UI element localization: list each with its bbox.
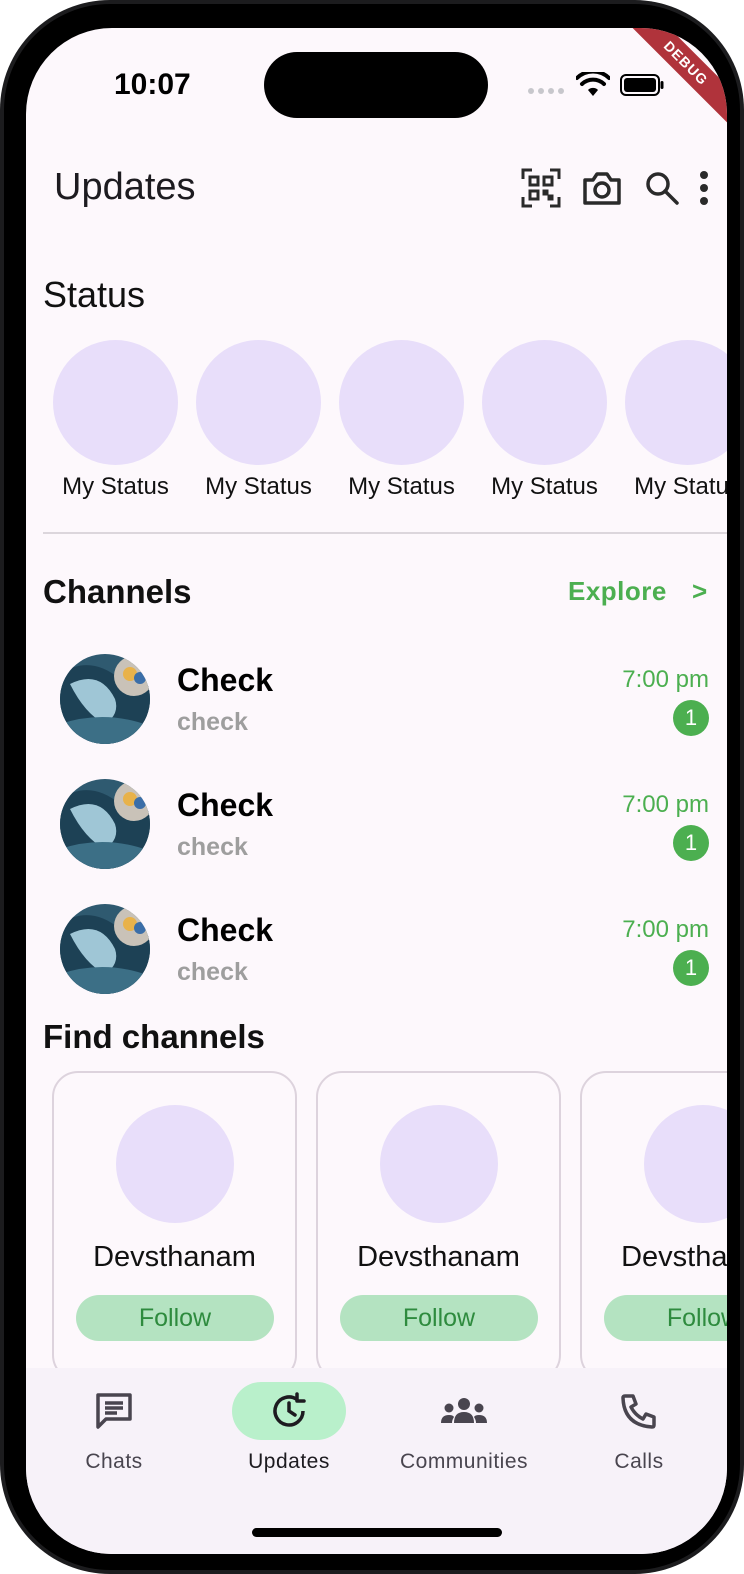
chevron-right-icon[interactable]: > xyxy=(692,576,707,607)
status-avatar xyxy=(196,340,321,465)
nav-item-communities[interactable]: Communities xyxy=(376,1368,552,1474)
channel-suggestion-avatar xyxy=(644,1105,727,1223)
more-vert-icon[interactable] xyxy=(686,166,722,210)
cellular-signal-icon xyxy=(528,88,564,94)
status-section-title: Status xyxy=(43,274,146,315)
follow-button[interactable]: Follow xyxy=(76,1295,274,1341)
channel-suggestion-name: Devsthanam xyxy=(621,1241,727,1273)
search-icon[interactable] xyxy=(640,166,684,210)
channel-suggestion-avatar xyxy=(380,1105,498,1223)
channel-avatar xyxy=(60,904,150,994)
status-list: My Status My Status My Status My Status … xyxy=(44,340,727,520)
communities-icon xyxy=(407,1382,521,1440)
section-divider xyxy=(43,532,727,534)
follow-button[interactable]: Follow xyxy=(604,1295,727,1341)
explore-link[interactable]: Explore xyxy=(568,576,667,607)
channel-list-item[interactable]: Check check 7:00 pm 1 xyxy=(26,904,727,1004)
status-label: My Status xyxy=(634,473,727,500)
find-channels-title: Find channels xyxy=(43,1018,265,1055)
nav-item-updates[interactable]: Updates xyxy=(201,1368,377,1474)
follow-button[interactable]: Follow xyxy=(340,1295,538,1341)
nav-item-calls[interactable]: Calls xyxy=(551,1368,727,1474)
channels-section-title: Channels xyxy=(43,573,192,610)
phone-icon xyxy=(582,1382,696,1440)
channel-avatar xyxy=(60,779,150,869)
status-avatar xyxy=(482,340,607,465)
channel-avatar xyxy=(60,654,150,744)
channel-suggestion-card[interactable]: Devsthanam Follow xyxy=(52,1071,297,1381)
status-label: My Status xyxy=(348,473,455,500)
channel-time: 7:00 pm xyxy=(622,791,709,818)
channel-time: 7:00 pm xyxy=(622,916,709,943)
unread-badge: 1 xyxy=(673,700,709,736)
nav-label: Calls xyxy=(614,1450,664,1473)
nav-label: Communities xyxy=(399,1450,529,1473)
dynamic-island xyxy=(264,52,488,118)
channel-name: Check xyxy=(177,787,274,823)
status-item[interactable]: My Status xyxy=(187,340,330,501)
home-indicator xyxy=(252,1528,502,1537)
wifi-icon xyxy=(576,72,610,96)
phone-bezel: 10:07 DEBUG Updates Status My Status My … xyxy=(4,4,740,1570)
status-label: My Status xyxy=(205,473,312,500)
channel-suggestion-name: Devsthanam xyxy=(357,1241,520,1273)
qr-scanner-icon[interactable] xyxy=(519,166,563,210)
app-screen: 10:07 DEBUG Updates Status My Status My … xyxy=(26,28,727,1554)
bottom-navigation-bar: Chats Updates Communities Calls xyxy=(26,1368,727,1554)
status-item[interactable]: My Status xyxy=(330,340,473,501)
status-label: My Status xyxy=(491,473,598,500)
camera-icon[interactable] xyxy=(580,166,624,210)
status-item[interactable]: My Status xyxy=(44,340,187,501)
phone-frame: 10:07 DEBUG Updates Status My Status My … xyxy=(0,0,744,1574)
unread-badge: 1 xyxy=(673,950,709,986)
chat-icon xyxy=(57,1382,171,1440)
channel-last-message: check xyxy=(177,833,248,861)
channel-name: Check xyxy=(177,662,274,698)
channel-last-message: check xyxy=(177,958,248,986)
channel-suggestion-card[interactable]: Devsthanam Follow xyxy=(316,1071,561,1381)
status-avatar xyxy=(53,340,178,465)
status-bar-time: 10:07 xyxy=(114,68,191,101)
channel-suggestion-avatar xyxy=(116,1105,234,1223)
battery-icon xyxy=(620,74,664,96)
channel-list-item[interactable]: Check check 7:00 pm 1 xyxy=(26,654,727,754)
updates-icon xyxy=(232,1382,346,1440)
channel-list-item[interactable]: Check check 7:00 pm 1 xyxy=(26,779,727,879)
status-label: My Status xyxy=(62,473,169,500)
status-avatar xyxy=(625,340,727,465)
channel-suggestion-card[interactable]: Devsthanam Follow xyxy=(580,1071,727,1381)
status-item[interactable]: My Status xyxy=(473,340,616,501)
status-avatar xyxy=(339,340,464,465)
status-item[interactable]: My Status xyxy=(616,340,727,501)
page-title: Updates xyxy=(54,166,196,208)
channel-time: 7:00 pm xyxy=(622,666,709,693)
channel-name: Check xyxy=(177,912,274,948)
channel-suggestion-name: Devsthanam xyxy=(93,1241,256,1273)
channel-last-message: check xyxy=(177,708,248,736)
unread-badge: 1 xyxy=(673,825,709,861)
nav-label: Chats xyxy=(85,1450,143,1473)
nav-label: Updates xyxy=(248,1450,330,1473)
nav-item-chats[interactable]: Chats xyxy=(26,1368,202,1474)
